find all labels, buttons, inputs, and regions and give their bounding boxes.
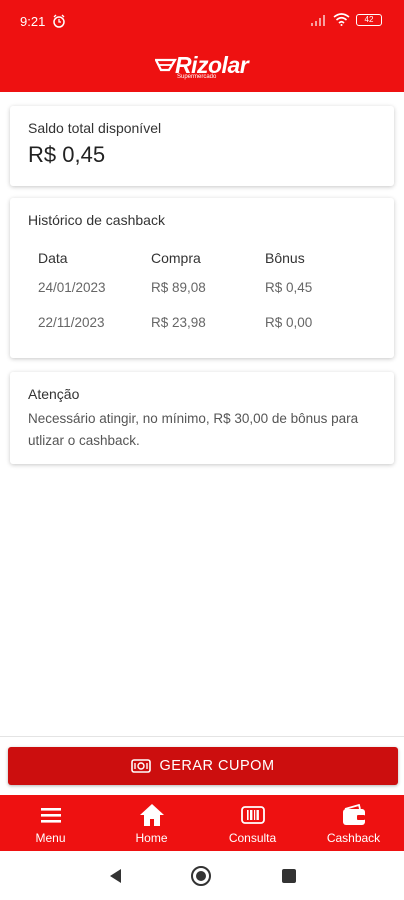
row-date: 22/11/2023	[38, 315, 105, 330]
nav-item-consulta[interactable]: Consulta	[202, 795, 303, 851]
divider	[0, 736, 404, 737]
notice-title: Atenção	[28, 386, 80, 402]
back-icon	[110, 869, 121, 883]
status-bar: 9:21 42	[0, 0, 404, 46]
signal-icon	[311, 14, 325, 26]
menu-icon	[40, 808, 61, 823]
recents-button[interactable]	[278, 865, 300, 887]
row-date: 24/01/2023	[38, 280, 106, 295]
home-system-button[interactable]	[190, 865, 212, 887]
table-row: 24/01/2023 R$ 89,08 R$ 0,45	[38, 270, 378, 305]
column-header-compra: Compra	[151, 250, 201, 266]
battery-level: 42	[364, 14, 374, 24]
nav-label-home: Home	[135, 831, 168, 845]
battery-icon: 42	[356, 13, 382, 26]
nav-label-consulta: Consulta	[228, 831, 277, 845]
balance-label: Saldo total disponível	[28, 120, 162, 136]
status-time: 9:21	[20, 14, 46, 29]
app-header: Rizolar Supermercado	[0, 46, 404, 92]
barcode-icon	[240, 806, 265, 824]
home-icon	[139, 804, 164, 826]
table-header-row: Data Compra Bônus	[38, 246, 378, 270]
back-button[interactable]	[104, 865, 126, 887]
nav-item-menu[interactable]: Menu	[0, 795, 101, 851]
nav-label-cashback: Cashback	[326, 831, 381, 845]
recents-icon	[282, 869, 296, 883]
row-purchase: R$ 89,08	[151, 280, 206, 295]
generate-coupon-button[interactable]: GERAR CUPOM	[8, 747, 398, 785]
balance-value: R$ 0,45	[28, 142, 106, 167]
table-row: 22/11/2023 R$ 23,98 R$ 0,00	[38, 305, 378, 340]
coupon-icon	[131, 759, 152, 773]
history-table: Data Compra Bônus 24/01/2023 R$ 89,08 R$…	[38, 246, 378, 340]
home-circle-icon	[191, 866, 211, 886]
status-icons: 42	[311, 13, 382, 26]
notice-card: Atenção Necessário atingir, no mínimo, R…	[10, 372, 394, 464]
logo-swoosh-icon	[155, 58, 177, 72]
brand-logo: Rizolar Supermercado	[155, 50, 255, 84]
history-title: Histórico de cashback	[28, 212, 165, 228]
system-navigation-bar	[0, 851, 404, 900]
generate-coupon-label: GERAR CUPOM	[159, 758, 275, 774]
column-header-bonus: Bônus	[265, 250, 305, 266]
nav-label-menu: Menu	[35, 831, 66, 845]
wallet-icon	[342, 804, 365, 825]
bottom-navigation: Menu Home Consulta Cashback	[0, 795, 404, 851]
balance-card: Saldo total disponível R$ 0,45	[10, 106, 394, 186]
nav-item-cashback[interactable]: Cashback	[303, 795, 404, 851]
column-header-data: Data	[38, 250, 68, 266]
nav-item-home[interactable]: Home	[101, 795, 202, 851]
row-bonus: R$ 0,00	[265, 315, 313, 330]
notice-text: Necessário atingir, no mínimo, R$ 30,00 …	[28, 411, 359, 448]
wifi-icon	[333, 13, 350, 26]
alarm-icon	[53, 14, 65, 28]
row-bonus: R$ 0,45	[265, 280, 313, 295]
row-purchase: R$ 23,98	[151, 315, 206, 330]
cashback-history-card: Histórico de cashback Data Compra Bônus …	[10, 198, 394, 358]
logo-subtitle: Supermercado	[177, 74, 217, 80]
